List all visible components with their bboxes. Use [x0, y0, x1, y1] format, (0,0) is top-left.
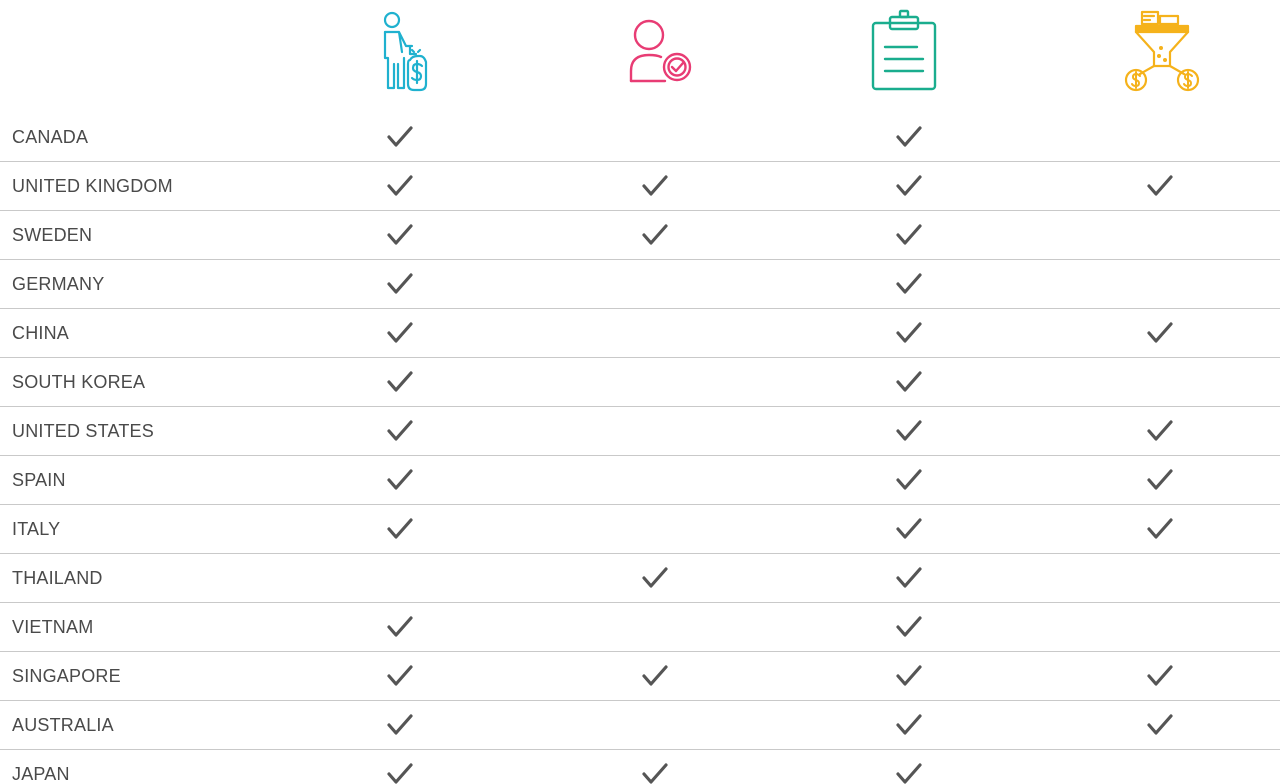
checkmark-icon — [370, 652, 430, 700]
column-icons-header — [0, 0, 1280, 112]
clipboard-document-icon — [854, 8, 954, 92]
country-name: ITALY — [12, 519, 61, 539]
checkmark-icon — [370, 456, 430, 504]
country-name: CHINA — [12, 323, 70, 343]
checkmark-icon — [879, 505, 939, 553]
checkmark-icon — [370, 701, 430, 749]
checkmark-icon — [370, 358, 430, 406]
country-name: SPAIN — [12, 470, 66, 490]
checkmark-icon — [370, 505, 430, 553]
checkmark-icon — [879, 211, 939, 259]
table-row: SOUTH KOREA — [0, 358, 1280, 407]
checkmark-icon — [370, 407, 430, 455]
country-name: THAILAND — [12, 568, 103, 588]
checkmark-icon — [370, 260, 430, 308]
checkmark-icon — [879, 260, 939, 308]
country-feature-matrix: CANADA UNITED KINGDOM SWEDEN GERMANY CHINA SO… — [0, 0, 1280, 784]
user-verified-icon — [605, 8, 705, 92]
checkmark-icon — [1130, 652, 1190, 700]
person-with-money-bag-icon — [350, 8, 450, 92]
country-name: UNITED KINGDOM — [12, 176, 173, 196]
checkmark-icon — [879, 309, 939, 357]
table-row: CHINA — [0, 309, 1280, 358]
country-name: VIETNAM — [12, 617, 94, 637]
table-row: UNITED KINGDOM — [0, 162, 1280, 211]
table-row: SPAIN — [0, 456, 1280, 505]
table-row: VIETNAM — [0, 603, 1280, 652]
checkmark-icon — [879, 701, 939, 749]
checkmark-icon — [1130, 456, 1190, 504]
checkmark-icon — [879, 162, 939, 210]
checkmark-icon — [879, 113, 939, 161]
checkmark-icon — [879, 750, 939, 784]
country-name: SINGAPORE — [12, 666, 121, 686]
checkmark-icon — [370, 162, 430, 210]
table-row: GERMANY — [0, 260, 1280, 309]
country-name: SWEDEN — [12, 225, 93, 245]
checkmark-icon — [370, 309, 430, 357]
checkmark-icon — [879, 554, 939, 602]
country-table: CANADA UNITED KINGDOM SWEDEN GERMANY CHINA SO… — [0, 113, 1280, 784]
checkmark-icon — [625, 750, 685, 784]
table-row: CANADA — [0, 113, 1280, 162]
table-row: THAILAND — [0, 554, 1280, 603]
checkmark-icon — [370, 113, 430, 161]
checkmark-icon — [879, 456, 939, 504]
checkmark-icon — [1130, 701, 1190, 749]
country-name: SOUTH KOREA — [12, 372, 146, 392]
table-row: ITALY — [0, 505, 1280, 554]
checkmark-icon — [370, 603, 430, 651]
checkmark-icon — [625, 554, 685, 602]
table-row: AUSTRALIA — [0, 701, 1280, 750]
table-row: SINGAPORE — [0, 652, 1280, 701]
country-name: GERMANY — [12, 274, 105, 294]
checkmark-icon — [879, 652, 939, 700]
country-name: CANADA — [12, 127, 89, 147]
checkmark-icon — [879, 407, 939, 455]
checkmark-icon — [879, 603, 939, 651]
country-name: UNITED STATES — [12, 421, 154, 441]
country-name: AUSTRALIA — [12, 715, 114, 735]
checkmark-icon — [1130, 309, 1190, 357]
checkmark-icon — [625, 652, 685, 700]
checkmark-icon — [625, 211, 685, 259]
checkmark-icon — [625, 162, 685, 210]
table-row: SWEDEN — [0, 211, 1280, 260]
table-row: JAPAN — [0, 750, 1280, 784]
checkmark-icon — [1130, 505, 1190, 553]
country-name: JAPAN — [12, 764, 70, 784]
table-row: UNITED STATES — [0, 407, 1280, 456]
checkmark-icon — [879, 358, 939, 406]
checkmark-icon — [370, 750, 430, 784]
checkmark-icon — [370, 211, 430, 259]
checkmark-icon — [1130, 407, 1190, 455]
funnel-to-coins-icon — [1112, 8, 1212, 92]
checkmark-icon — [1130, 162, 1190, 210]
